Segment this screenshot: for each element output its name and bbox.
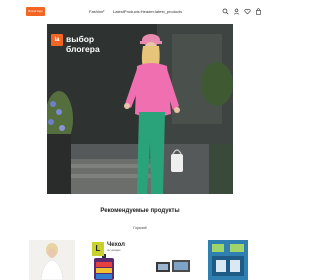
nav-fashion[interactable]: Fashion [89,9,103,14]
hero-title-line2: блогера [66,44,100,54]
search-icon[interactable] [222,8,229,15]
product-card[interactable] [150,240,196,280]
product-image [150,240,196,280]
nav-latest-products[interactable]: LatestProducts:Header:latest_products [113,9,182,14]
hero-brand-badge: la [51,34,63,46]
heart-icon[interactable] [244,8,251,15]
product-card[interactable] [208,240,248,280]
user-icon[interactable] [233,8,240,15]
hero-title-line1: выбор [66,34,95,44]
product-card[interactable]: L Чехол на чемодан [88,240,134,280]
product-image [29,240,75,280]
hero-title: выбор блогера [66,34,100,54]
product-card[interactable] [29,240,75,280]
bag-icon[interactable] [255,8,262,15]
product-name: Чехол [107,242,125,248]
chevron-down-icon[interactable]: ▾ [103,9,105,13]
featured-products-title: Рекомендуемые продукты [100,208,180,214]
site-header: Brand logo Fashion ▾ LatestProducts:Head… [0,0,280,24]
product-size-badge: L [92,242,104,256]
tab-hot[interactable]: Горячий [0,226,280,230]
product-subtitle: на чемодан [107,249,121,252]
product-image [208,240,248,280]
hero-banner[interactable]: la выбор блогера [47,24,233,194]
logo-button[interactable]: Brand logo [26,7,45,16]
